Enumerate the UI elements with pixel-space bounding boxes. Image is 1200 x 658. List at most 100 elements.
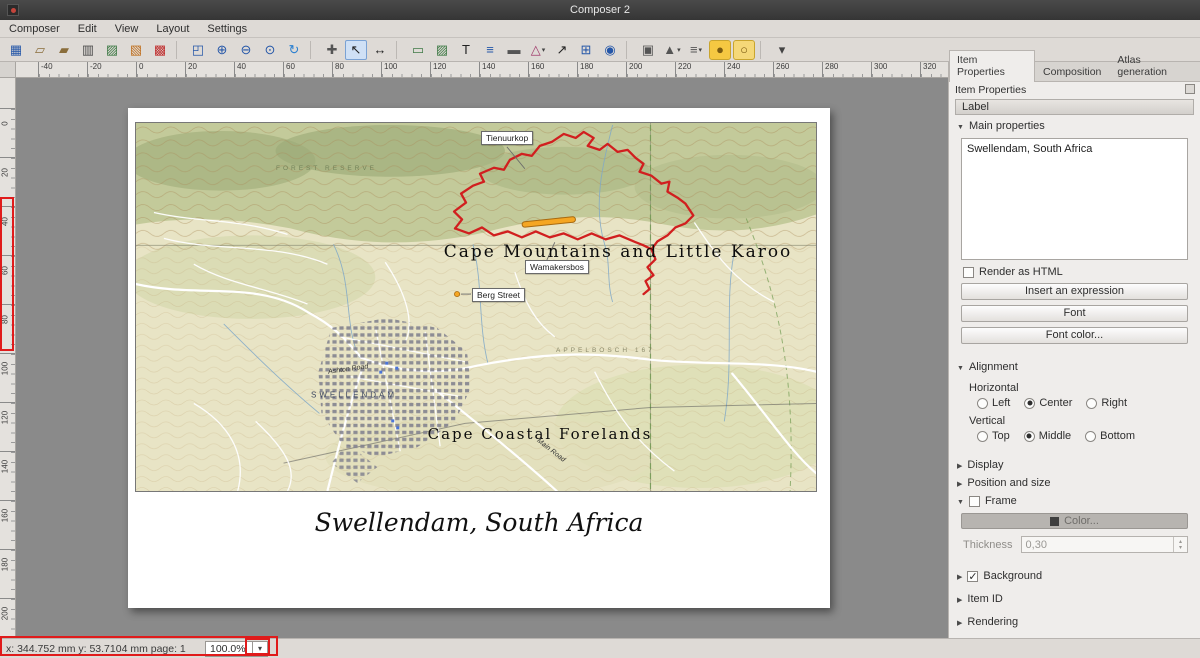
- label-text-input[interactable]: Swellendam, South Africa: [961, 138, 1188, 260]
- h-ruler-tick: -20: [87, 62, 136, 78]
- section-alignment[interactable]: Alignment: [949, 358, 1200, 376]
- zoom-full-icon: ◰: [192, 43, 204, 56]
- print-icon[interactable]: ▥: [77, 40, 99, 60]
- unlock-items-icon[interactable]: ○: [733, 40, 755, 60]
- zoom-full-icon[interactable]: ◰: [187, 40, 209, 60]
- font-button[interactable]: Font: [961, 305, 1188, 322]
- radio-icon: [977, 398, 988, 409]
- select-move-item-icon: ↖: [351, 43, 362, 56]
- load-template-icon[interactable]: ▱: [29, 40, 51, 60]
- toolbar-separator: [760, 41, 767, 59]
- panel-tab-bar: Item Properties Composition Atlas genera…: [949, 62, 1200, 82]
- select-move-item-icon[interactable]: ↖: [345, 40, 367, 60]
- window-menu-icon[interactable]: [7, 4, 19, 16]
- panel-detach-icon[interactable]: [1185, 84, 1195, 94]
- radio-icon: [1024, 431, 1035, 442]
- chevron-down-icon[interactable]: ▾: [252, 642, 267, 656]
- align-bottom-radio[interactable]: Bottom: [1085, 430, 1135, 442]
- export-pdf-icon[interactable]: ▩: [149, 40, 171, 60]
- font-color-button[interactable]: Font color...: [961, 327, 1188, 344]
- spinner-arrows-icon[interactable]: ▴▾: [1173, 537, 1187, 552]
- section-position-and-size[interactable]: Position and size: [949, 474, 1200, 492]
- pan-tool-icon[interactable]: ✚: [321, 40, 343, 60]
- horizontal-ruler: -40-200204060801001201401601802002202402…: [16, 62, 948, 78]
- composition-page[interactable]: Cape Mountains and Little Karoo Cape Coa…: [128, 108, 830, 608]
- tab-composition[interactable]: Composition: [1035, 62, 1109, 81]
- align-left-radio[interactable]: Left: [977, 397, 1010, 409]
- add-html-frame-icon: ◉: [604, 43, 615, 56]
- expander-icon: [957, 593, 962, 605]
- add-new-label-icon[interactable]: T: [455, 40, 477, 60]
- h-ruler-tick: 0: [136, 62, 185, 78]
- save-template-icon[interactable]: ▰: [53, 40, 75, 60]
- print-icon: ▥: [82, 43, 94, 56]
- toolbar-separator: [310, 41, 317, 59]
- v-ruler-tick: 20: [0, 157, 15, 206]
- menu-view[interactable]: View: [106, 22, 148, 36]
- align-center-radio[interactable]: Center: [1024, 397, 1072, 409]
- refresh-view-icon[interactable]: ↻: [283, 40, 305, 60]
- section-background[interactable]: Background: [949, 567, 1200, 585]
- add-new-scalebar-icon[interactable]: ▬: [503, 40, 525, 60]
- composition-canvas[interactable]: Cape Mountains and Little Karoo Cape Coa…: [16, 78, 948, 638]
- expander-icon: [957, 120, 964, 132]
- add-basic-shape-icon[interactable]: △▾: [527, 40, 549, 60]
- zoom-out-icon[interactable]: ⊖: [235, 40, 257, 60]
- section-main-properties[interactable]: Main properties: [949, 117, 1200, 135]
- render-as-html-row[interactable]: Render as HTML: [963, 266, 1200, 278]
- render-as-html-checkbox[interactable]: [963, 267, 974, 278]
- vertical-label: Vertical: [969, 415, 1200, 427]
- expander-icon: [957, 361, 964, 373]
- zoom-actual-icon: ⊙: [265, 43, 276, 56]
- add-attribute-table-icon[interactable]: ⊞: [575, 40, 597, 60]
- export-image-icon[interactable]: ▨: [101, 40, 123, 60]
- tab-item-properties[interactable]: Item Properties: [949, 50, 1035, 82]
- background-checkbox[interactable]: [967, 571, 978, 582]
- add-new-map-icon[interactable]: ▭: [407, 40, 429, 60]
- expander-icon: [957, 459, 962, 471]
- section-display[interactable]: Display: [949, 456, 1200, 474]
- insert-expression-button[interactable]: Insert an expression: [961, 283, 1188, 300]
- v-ruler-tick: 60: [0, 255, 15, 304]
- horizontal-alignment-group: Left Center Right: [977, 397, 1200, 409]
- align-right-radio[interactable]: Right: [1086, 397, 1127, 409]
- add-image-icon[interactable]: ▨: [431, 40, 453, 60]
- zoom-in-icon[interactable]: ⊕: [211, 40, 233, 60]
- group-items-icon[interactable]: ▣: [637, 40, 659, 60]
- tab-atlas-generation[interactable]: Atlas generation: [1109, 50, 1200, 81]
- map-item[interactable]: Cape Mountains and Little Karoo Cape Coa…: [135, 122, 817, 492]
- menu-edit[interactable]: Edit: [69, 22, 106, 36]
- save-project-icon: ▦: [10, 43, 22, 56]
- align-items-icon[interactable]: ≡▾: [685, 40, 707, 60]
- move-item-content-icon[interactable]: ↔: [369, 40, 391, 60]
- align-middle-radio[interactable]: Middle: [1024, 430, 1071, 442]
- frame-color-button[interactable]: Color...: [961, 513, 1188, 529]
- zoom-actual-icon[interactable]: ⊙: [259, 40, 281, 60]
- section-rendering[interactable]: Rendering: [949, 613, 1200, 631]
- section-item-id[interactable]: Item ID: [949, 590, 1200, 608]
- menu-layout[interactable]: Layout: [147, 22, 198, 36]
- item-actions-dropdown-icon[interactable]: ▾: [771, 40, 793, 60]
- add-arrow-icon[interactable]: ↗: [551, 40, 573, 60]
- section-frame[interactable]: Frame: [949, 492, 1200, 510]
- zoom-level-combobox[interactable]: 100.0% ▾: [205, 641, 268, 657]
- thickness-spinner[interactable]: 0,30 ▴▾: [1021, 536, 1188, 553]
- save-project-icon[interactable]: ▦: [5, 40, 27, 60]
- lock-items-icon[interactable]: ●: [709, 40, 731, 60]
- menu-settings[interactable]: Settings: [198, 22, 256, 36]
- add-html-frame-icon[interactable]: ◉: [599, 40, 621, 60]
- align-top-radio[interactable]: Top: [977, 430, 1010, 442]
- h-ruler-tick: 200: [626, 62, 675, 78]
- section-label: Display: [967, 459, 1003, 471]
- raise-items-icon[interactable]: ▲▾: [661, 40, 683, 60]
- v-ruler-tick: 200: [0, 598, 15, 638]
- chevron-down-icon: ▾: [699, 46, 703, 54]
- add-new-legend-icon[interactable]: ≡: [479, 40, 501, 60]
- export-svg-icon[interactable]: ▧: [125, 40, 147, 60]
- label-item-title[interactable]: Swellendam, South Africa: [128, 508, 830, 537]
- v-ruler-tick: 0: [0, 108, 15, 157]
- frame-checkbox[interactable]: [969, 496, 980, 507]
- pan-tool-icon: ✚: [327, 43, 338, 56]
- menu-composer[interactable]: Composer: [0, 22, 69, 36]
- radio-icon: [1086, 398, 1097, 409]
